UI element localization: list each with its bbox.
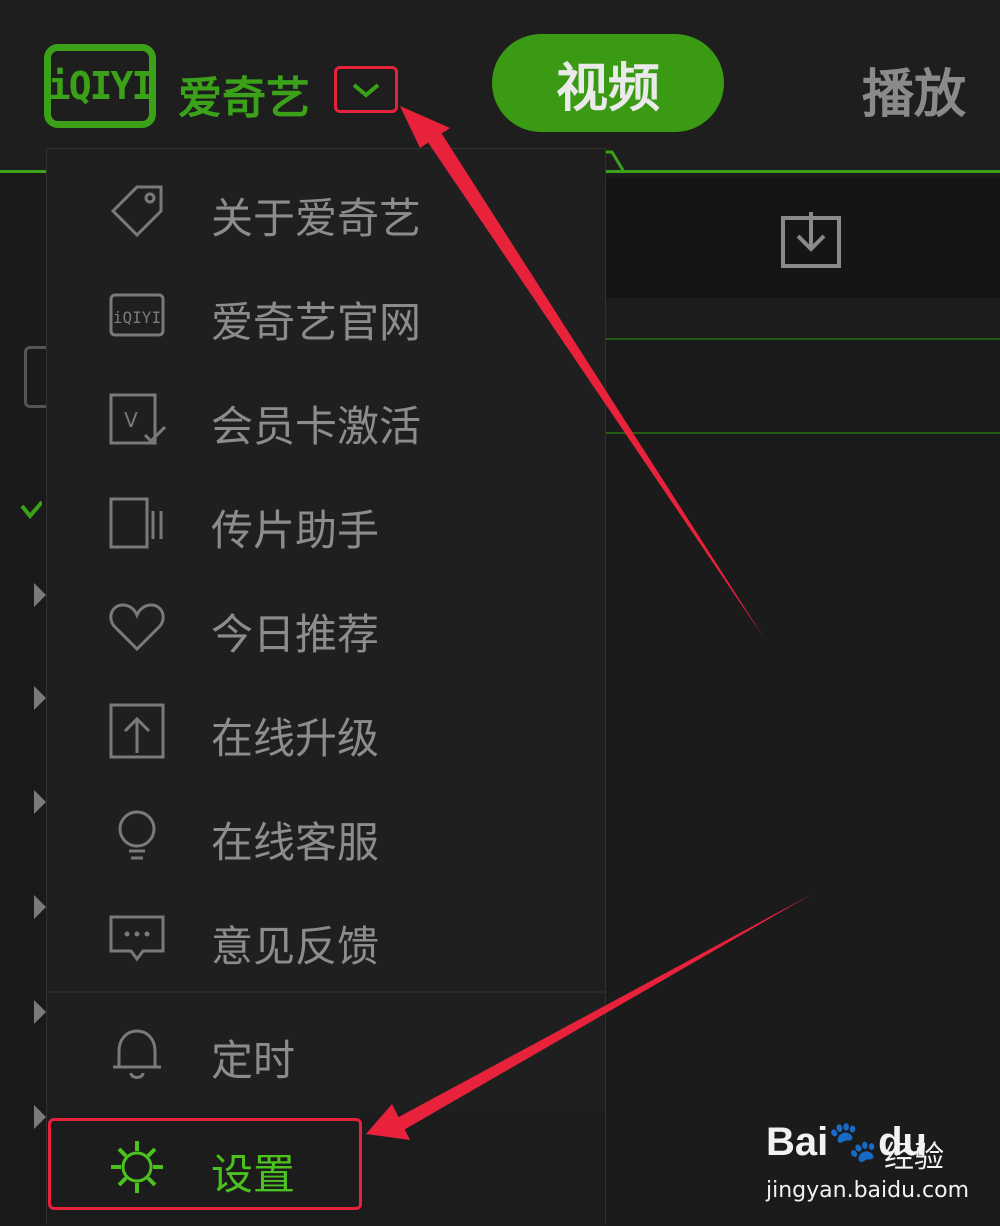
menu-item-label: 在线客服 (211, 818, 380, 867)
main-dropdown-menu: 关于爱奇艺 iQIYI 爱奇艺官网 V 会员卡激活 传片助手 今日推荐 在线升级… (46, 148, 606, 1226)
baidu-jingyan-watermark: Bai🐾du 经验 jingyan.baidu.com (766, 1118, 986, 1218)
expand-arrow-icon[interactable] (34, 583, 46, 607)
lightbulb-icon (118, 810, 156, 860)
content-row (605, 340, 1000, 432)
iqiyi-logo-icon: iQIYI (109, 293, 165, 337)
menu-item-label: 关于爱奇艺 (211, 194, 422, 243)
brand-name: 爱奇艺 (178, 73, 310, 124)
menu-item-about[interactable]: 关于爱奇艺 (47, 159, 605, 263)
chat-bubble-icon (109, 915, 165, 962)
check-icon (20, 500, 42, 520)
menu-item-vip-activate[interactable]: V 会员卡激活 (47, 367, 605, 471)
paw-icon: 🐾 (828, 1120, 879, 1164)
tab-player[interactable]: 播放 (862, 52, 966, 127)
expand-arrow-icon[interactable] (34, 790, 46, 814)
sidebar-toggle[interactable] (24, 346, 46, 408)
highlight-settings (48, 1118, 362, 1210)
menu-item-upgrade[interactable]: 在线升级 (47, 679, 605, 783)
svg-text:V: V (124, 408, 138, 432)
menu-item-label: 传片助手 (211, 506, 380, 555)
expand-arrow-icon[interactable] (34, 686, 46, 710)
content-strip (605, 298, 1000, 338)
vip-card-check-icon: V (109, 393, 167, 445)
menu-item-official-site[interactable]: iQIYI 爱奇艺官网 (47, 263, 605, 367)
download-icon[interactable] (780, 210, 842, 270)
menu-notch (604, 150, 624, 172)
watermark-product: 经验 (884, 1140, 944, 1175)
content-divider (605, 432, 1000, 434)
menu-divider (47, 991, 605, 993)
expand-arrow-icon[interactable] (34, 1000, 46, 1024)
highlight-dropdown (334, 66, 398, 113)
menu-item-label: 会员卡激活 (211, 402, 422, 451)
svg-text:iQIYI: iQIYI (113, 308, 161, 327)
menu-item-label: 意见反馈 (211, 922, 380, 971)
expand-arrow-icon[interactable] (34, 895, 46, 919)
tab-video[interactable]: 视频 (492, 34, 724, 132)
menu-item-recommend[interactable]: 今日推荐 (47, 575, 605, 679)
menu-item-label: 爱奇艺官网 (211, 298, 422, 347)
menu-item-label: 今日推荐 (211, 610, 380, 659)
tag-icon (110, 185, 163, 238)
bell-icon (113, 1029, 161, 1079)
menu-item-feedback[interactable]: 意见反馈 (47, 887, 605, 991)
watermark-url: jingyan.baidu.com (766, 1178, 970, 1203)
iqiyi-logo[interactable]: iQIYI (44, 44, 156, 128)
menu-item-label: 定时 (211, 1036, 296, 1085)
menu-item-customer-service[interactable]: 在线客服 (47, 783, 605, 887)
upgrade-arrow-icon (109, 703, 165, 759)
expand-arrow-icon[interactable] (34, 1105, 46, 1129)
menu-item-timer[interactable]: 定时 (47, 1001, 605, 1105)
menu-item-label: 在线升级 (211, 714, 380, 763)
menu-item-upload-assistant[interactable]: 传片助手 (47, 471, 605, 575)
heart-icon (109, 603, 165, 652)
upload-assistant-icon (109, 497, 163, 549)
